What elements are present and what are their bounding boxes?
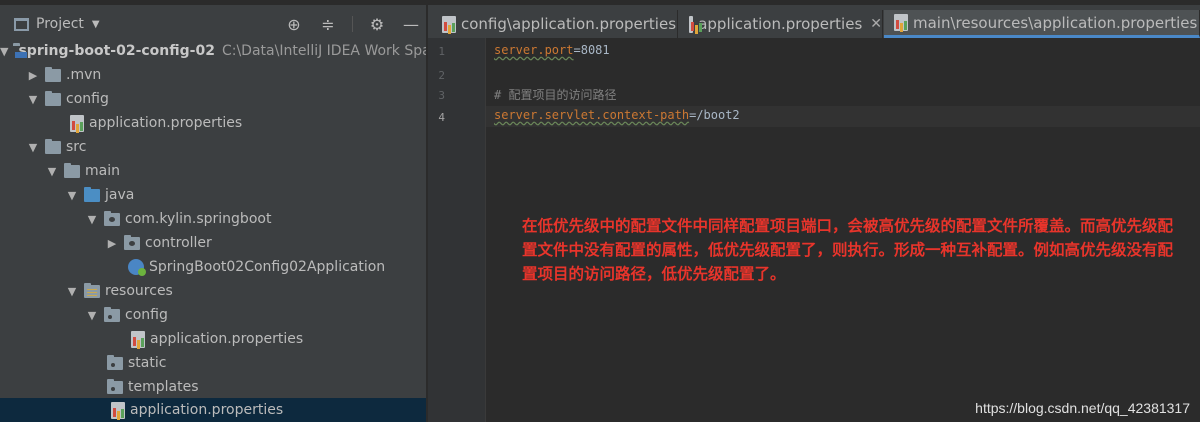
properties-file-icon (70, 114, 84, 132)
tree-item-project-root[interactable]: ▼ spring-boot-02-config-02 C:\Data\Intel… (0, 39, 427, 63)
tree-item-label: com.kylin.springboot (125, 211, 272, 227)
code-line-1[interactable]: server.port=8081 (494, 43, 610, 57)
close-icon[interactable]: ✕ (870, 16, 882, 32)
tree-item-label: spring-boot-02-config-02 (18, 43, 215, 59)
properties-file-icon (894, 14, 908, 31)
tree-item-resources-application-properties[interactable]: application.properties (0, 398, 426, 422)
project-view-selector[interactable]: Project (36, 16, 84, 32)
tree-item-label: config (66, 91, 109, 107)
tree-item-label: templates (128, 379, 199, 395)
expanded-arrow-icon[interactable]: ▼ (65, 189, 79, 202)
gear-icon[interactable]: ⚙ (367, 14, 387, 34)
code-line-3-comment[interactable]: # 配置项目的访问路径 (494, 86, 616, 103)
expanded-arrow-icon[interactable]: ▼ (65, 285, 79, 298)
line-number-gutter: 1 2 3 4 (428, 38, 486, 422)
folder-icon (104, 306, 120, 322)
collapsed-arrow-icon[interactable]: ▶ (26, 69, 40, 82)
tree-item-label: controller (145, 235, 212, 251)
project-view-icon (14, 17, 29, 31)
tree-item-mvn[interactable]: ▶ .mvn (0, 63, 426, 87)
tree-item-application-class[interactable]: SpringBoot02Config02Application (0, 255, 426, 279)
line-number: 4 (438, 111, 445, 124)
tree-item-resources-config-application-properties[interactable]: application.properties (0, 327, 426, 351)
resources-folder-icon (84, 282, 100, 298)
project-panel-header: Project ▼ ⊕ ≑ ⚙ — (0, 10, 426, 38)
property-value: 8081 (580, 43, 610, 57)
tab-label: main\resources\application.properties (913, 13, 1198, 32)
locate-crosshair-icon[interactable]: ⊕ (284, 14, 304, 34)
folder-icon (45, 66, 61, 82)
tree-item-config-application-properties[interactable]: application.properties (0, 111, 426, 135)
tree-item-label: config (125, 307, 168, 323)
tree-item-java[interactable]: ▼ java (0, 183, 426, 207)
window-top-strip (0, 0, 426, 5)
watermark: https://blog.csdn.net/qq_42381317 (975, 400, 1190, 416)
folder-icon (45, 90, 61, 106)
tree-item-controller[interactable]: ▶ controller (0, 231, 426, 255)
chevron-down-icon[interactable]: ▼ (92, 19, 100, 30)
folder-icon (45, 138, 61, 154)
property-separator: = (573, 43, 581, 57)
properties-file-icon (442, 15, 456, 33)
package-icon (124, 234, 140, 250)
project-path: C:\Data\IntelliJ IDEA Work Spa (221, 43, 427, 59)
minimize-icon[interactable]: — (401, 14, 421, 34)
package-icon (104, 210, 120, 226)
tree-item-label: java (105, 187, 135, 203)
folder-icon (107, 354, 123, 370)
tab-config-application-properties[interactable]: config\application.properties (436, 10, 678, 38)
tree-item-package[interactable]: ▼ com.kylin.springboot (0, 207, 426, 231)
tree-item-label: SpringBoot02Config02Application (149, 259, 386, 275)
project-panel: Project ▼ ⊕ ≑ ⚙ — ▼ spring-boot-02-confi… (0, 0, 427, 422)
tree-item-config[interactable]: ▼ config (0, 87, 426, 111)
tree-item-resources-config[interactable]: ▼ config (0, 303, 426, 327)
expanded-arrow-icon[interactable]: ▼ (85, 309, 99, 322)
expanded-arrow-icon[interactable]: ▼ (26, 93, 40, 106)
expanded-arrow-icon[interactable]: ▼ (26, 141, 40, 154)
property-key: server.servlet.context-path (494, 108, 690, 122)
tab-label: application.properties (698, 15, 863, 33)
tab-main-resources-application-properties[interactable]: main\resources\application.properties (884, 10, 1200, 38)
folder-icon (107, 378, 123, 394)
code-editor[interactable]: 1 2 3 4 server.port=8081 # 配置项目的访问路径 ser… (428, 38, 1200, 422)
tree-item-src[interactable]: ▼ src (0, 135, 426, 159)
line-number: 2 (438, 69, 445, 82)
tab-application-properties[interactable]: application.properties ✕ (679, 10, 883, 38)
properties-file-icon (111, 401, 125, 419)
properties-file-icon (131, 330, 145, 348)
tree-item-static[interactable]: static (0, 351, 426, 375)
tree-item-templates[interactable]: templates (0, 375, 426, 399)
code-line-4[interactable]: server.servlet.context-path=/boot2 (494, 108, 740, 122)
editor-tab-bar: config\application.properties applicatio… (428, 0, 1200, 38)
collapsed-arrow-icon[interactable]: ▶ (105, 237, 119, 250)
tree-item-label: application.properties (89, 115, 243, 131)
expanded-arrow-icon[interactable]: ▼ (45, 165, 59, 178)
tree-item-resources[interactable]: ▼ resources (0, 279, 426, 303)
properties-file-icon (689, 15, 695, 33)
collapse-all-icon[interactable]: ≑ (318, 14, 338, 34)
property-key: server.port (494, 43, 574, 57)
tree-item-label: application.properties (130, 402, 284, 418)
source-folder-icon (84, 186, 100, 202)
tree-item-label: main (85, 163, 120, 179)
line-number: 1 (438, 45, 445, 58)
window-top-strip (428, 0, 1200, 5)
expanded-arrow-icon[interactable]: ▼ (85, 213, 99, 226)
tree-item-label: static (128, 355, 167, 371)
tree-item-label: .mvn (66, 67, 102, 83)
toolbar-divider (352, 16, 353, 32)
tab-label: config\application.properties (461, 15, 677, 33)
tree-item-main[interactable]: ▼ main (0, 159, 426, 183)
spring-class-icon (128, 259, 146, 276)
tree-item-label: resources (105, 283, 173, 299)
line-number: 3 (438, 89, 445, 102)
tree-item-label: application.properties (150, 331, 304, 347)
expanded-arrow-icon[interactable]: ▼ (0, 45, 8, 58)
project-panel-toolbar: ⊕ ≑ ⚙ — (284, 14, 421, 34)
tree-item-label: src (66, 139, 87, 155)
property-value: /boot2 (696, 108, 740, 122)
folder-icon (64, 162, 80, 178)
annotation-text: 在低优先级中的配置文件中同样配置项目端口，会被高优先级的配置文件所覆盖。而高优先… (522, 217, 1174, 283)
